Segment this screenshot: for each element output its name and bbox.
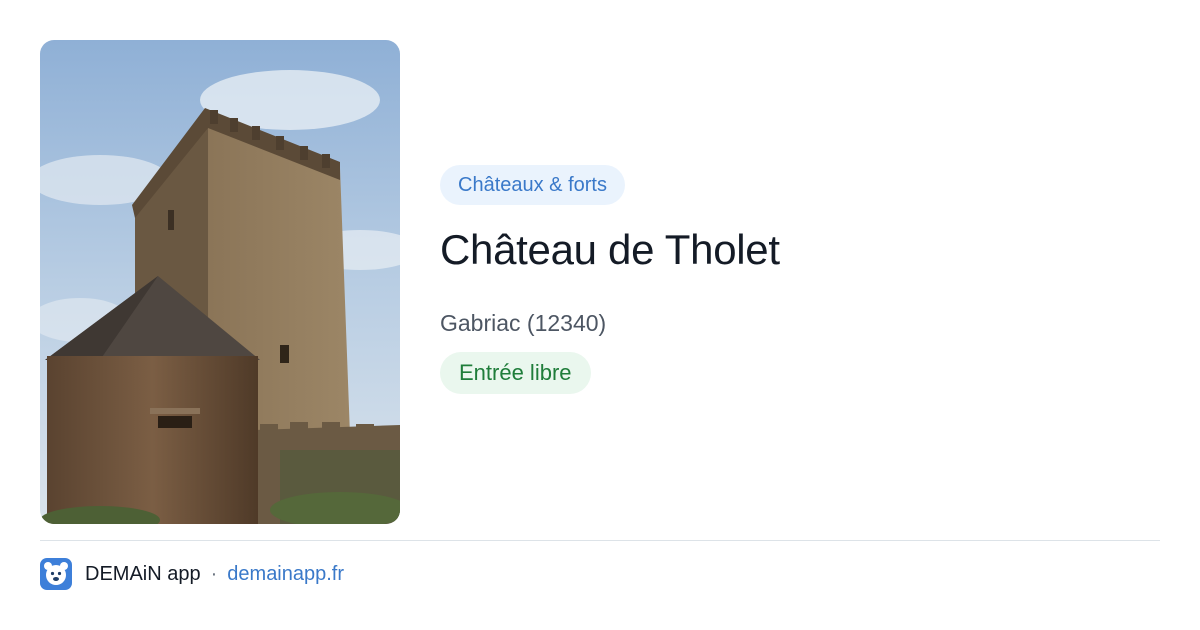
demain-app-icon bbox=[40, 558, 72, 590]
app-website-link[interactable]: demainapp.fr bbox=[227, 563, 344, 586]
card-info: Châteaux & forts Château de Tholet Gabri… bbox=[440, 165, 1140, 394]
footer-separator: · bbox=[210, 562, 218, 585]
category-tag[interactable]: Châteaux & forts bbox=[440, 165, 625, 205]
castle-photo-image bbox=[40, 40, 400, 524]
location-text: Gabriac (12340) bbox=[440, 310, 607, 336]
app-name: DEMAiN app bbox=[85, 562, 201, 585]
footer: DEMAiN app · demainapp.fr bbox=[40, 558, 344, 590]
page-title: Château de Tholet bbox=[440, 226, 780, 273]
divider bbox=[40, 540, 1160, 541]
castle-photo bbox=[40, 40, 400, 524]
access-badge: Entrée libre bbox=[440, 352, 591, 394]
